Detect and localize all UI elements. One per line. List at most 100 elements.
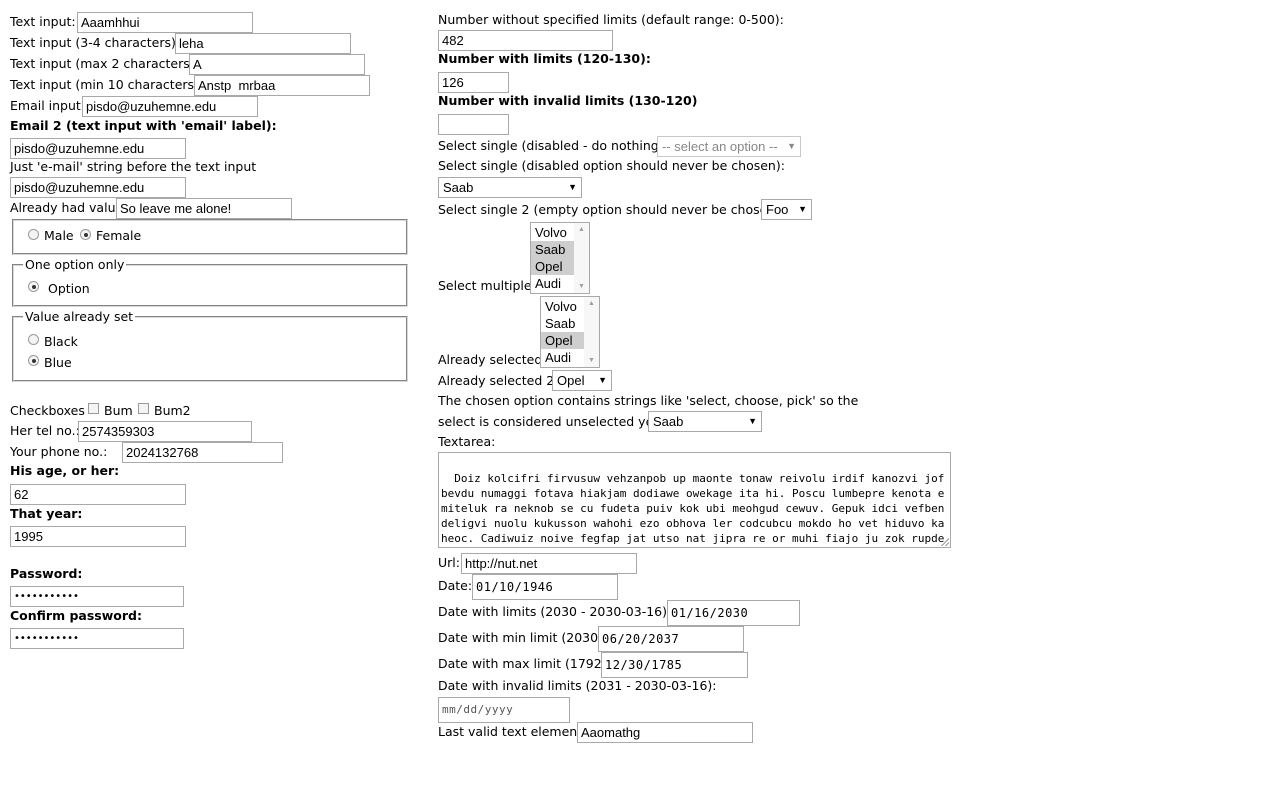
date-min-label: Date with min limit (2030): <box>438 630 608 645</box>
select-disabled-option-label: Select single (disabled option should ne… <box>438 158 785 173</box>
radio-black-label: Black <box>44 334 78 349</box>
scroll-up-icon[interactable]: ▲ <box>588 300 595 307</box>
url-label: Url: <box>438 555 460 570</box>
email-input[interactable]: pisdo@uzuhemne.edu <box>82 96 258 117</box>
select-disabled-option-value: Saab <box>443 180 474 195</box>
age-input[interactable]: 62 <box>10 484 186 505</box>
confirm-password-input[interactable]: ••••••••••• <box>10 628 184 649</box>
already-selected-listbox[interactable]: Volvo Saab Opel Audi ▲ ▼ <box>540 296 600 368</box>
date-label: Date: <box>438 578 473 593</box>
already-had-input[interactable]: So leave me alone! <box>116 198 292 219</box>
chevron-down-icon: ▼ <box>568 182 577 192</box>
your-phone-label: Your phone no.: <box>10 444 108 459</box>
text-input-3-4[interactable]: leha <box>175 33 351 54</box>
date-limits-label: Date with limits (2030 - 2030-03-16): <box>438 604 672 619</box>
email-input-label: Email input: <box>10 98 86 113</box>
scroll-up-icon[interactable]: ▲ <box>578 226 585 233</box>
radio-female-label: Female <box>96 228 142 243</box>
text-input-3-4-label: Text input (3-4 characters): <box>10 35 181 50</box>
her-tel-label: Her tel no.: <box>10 423 80 438</box>
scrollbar[interactable]: ▲ ▼ <box>574 223 589 293</box>
select-multiple[interactable]: Volvo Saab Opel Audi ▲ ▼ <box>530 222 590 294</box>
text-input-min10-label: Text input (min 10 characters): <box>10 77 204 92</box>
date-min-input[interactable]: 06/20/2037 <box>598 626 744 652</box>
text-input[interactable]: Aaamhhui <box>77 12 253 33</box>
checkbox-bum2-label: Bum2 <box>154 403 191 418</box>
radio-black[interactable] <box>28 334 39 345</box>
date-limits-input[interactable]: 01/16/2030 <box>667 600 800 626</box>
value-set-legend: Value already set <box>23 309 136 324</box>
date-input[interactable]: 01/10/1946 <box>472 574 618 600</box>
chevron-down-icon: ▼ <box>748 416 757 426</box>
chevron-down-icon: ▼ <box>798 204 807 214</box>
select-single2[interactable]: Foo ▼ <box>761 199 812 220</box>
already-selected-label: Already selected: <box>438 352 547 367</box>
textarea-content: Doiz kolcifri firvusuw vehzanpob up maon… <box>441 472 945 545</box>
text-input-max2-label: Text input (max 2 characters): <box>10 56 199 71</box>
date-max-input[interactable]: 12/30/1785 <box>601 652 748 678</box>
number-no-limits-label: Number without specified limits (default… <box>438 12 784 27</box>
radio-blue[interactable] <box>28 355 39 366</box>
textarea[interactable]: Doiz kolcifri firvusuw vehzanpob up maon… <box>438 452 951 548</box>
already-selected2-select[interactable]: Opel ▼ <box>552 370 612 391</box>
select-disabled: -- select an option -- ▼ <box>657 136 801 157</box>
age-label: His age, or her: <box>10 463 120 478</box>
number-limits-label: Number with limits (120-130): <box>438 51 651 66</box>
checkbox-bum-label: Bum <box>104 403 133 418</box>
your-phone-input[interactable]: 2024132768 <box>122 442 283 463</box>
select-disabled-value: -- select an option -- <box>662 139 778 154</box>
email2-label: Email 2 (text input with 'email' label): <box>10 118 277 133</box>
select-multiple-label: Select multiple: <box>438 278 536 293</box>
radio-female[interactable] <box>80 229 91 240</box>
number-limits-input[interactable]: 126 <box>438 72 509 93</box>
text-input-min10[interactable]: Anstp mrbaa <box>194 75 370 96</box>
last-valid-label: Last valid text element: <box>438 724 587 739</box>
that-year-input[interactable]: 1995 <box>10 526 186 547</box>
one-option-legend: One option only <box>23 257 127 272</box>
select-single2-label: Select single 2 (empty option should nev… <box>438 202 785 217</box>
radio-option-label: Option <box>48 281 90 296</box>
textarea-label: Textarea: <box>438 434 496 449</box>
chosen-option-value: Saab <box>653 414 684 429</box>
password-label: Password: <box>10 566 83 581</box>
resize-handle-icon[interactable] <box>941 538 949 546</box>
text-input-max2[interactable]: A <box>189 54 365 75</box>
her-tel-input[interactable]: 2574359303 <box>78 421 252 442</box>
password-input[interactable]: ••••••••••• <box>10 586 184 607</box>
chosen-option-select[interactable]: Saab ▼ <box>648 411 762 432</box>
checkbox-bum[interactable] <box>88 403 99 414</box>
select-disabled-option[interactable]: Saab ▼ <box>438 177 582 198</box>
number-invalid-label: Number with invalid limits (130-120) <box>438 93 698 108</box>
date-max-label: Date with max limit (1792): <box>438 656 611 671</box>
date-invalid-label: Date with invalid limits (2031 - 2030-03… <box>438 678 717 693</box>
date-invalid-input[interactable]: mm/dd/yyyy <box>438 697 570 723</box>
chosen-option-line1: The chosen option contains strings like … <box>438 393 859 408</box>
confirm-password-label: Confirm password: <box>10 608 142 623</box>
scroll-down-icon[interactable]: ▼ <box>588 357 595 364</box>
radio-male-label: Male <box>44 228 74 243</box>
that-year-label: That year: <box>10 506 83 521</box>
chevron-down-icon: ▼ <box>598 375 607 385</box>
radio-option[interactable] <box>28 281 39 292</box>
last-valid-input[interactable]: Aaomathg <box>577 722 753 743</box>
select-disabled-label: Select single (disabled - do nothing): <box>438 138 668 153</box>
number-invalid-input[interactable] <box>438 114 509 135</box>
just-email-label: Just 'e-mail' string before the text inp… <box>10 159 257 174</box>
url-input[interactable]: http://nut.net <box>461 553 637 574</box>
radio-blue-label: Blue <box>44 355 72 370</box>
checkboxes-label: Checkboxes <box>10 403 85 418</box>
scroll-down-icon[interactable]: ▼ <box>578 283 585 290</box>
already-had-label: Already had value <box>10 200 124 215</box>
checkbox-bum2[interactable] <box>138 403 149 414</box>
number-no-limits-input[interactable]: 482 <box>438 30 613 51</box>
scrollbar[interactable]: ▲ ▼ <box>584 297 599 367</box>
chosen-option-line2: select is considered unselected yet: <box>438 414 663 429</box>
chevron-down-icon: ▼ <box>787 141 796 151</box>
text-input-label: Text input: <box>10 14 76 29</box>
already-selected2-label: Already selected 2: <box>438 373 559 388</box>
just-email-input[interactable]: pisdo@uzuhemne.edu <box>10 177 186 198</box>
already-selected2-value: Opel <box>557 373 585 388</box>
email2-input[interactable]: pisdo@uzuhemne.edu <box>10 138 186 159</box>
radio-male[interactable] <box>28 229 39 240</box>
select-single2-value: Foo <box>766 202 789 217</box>
